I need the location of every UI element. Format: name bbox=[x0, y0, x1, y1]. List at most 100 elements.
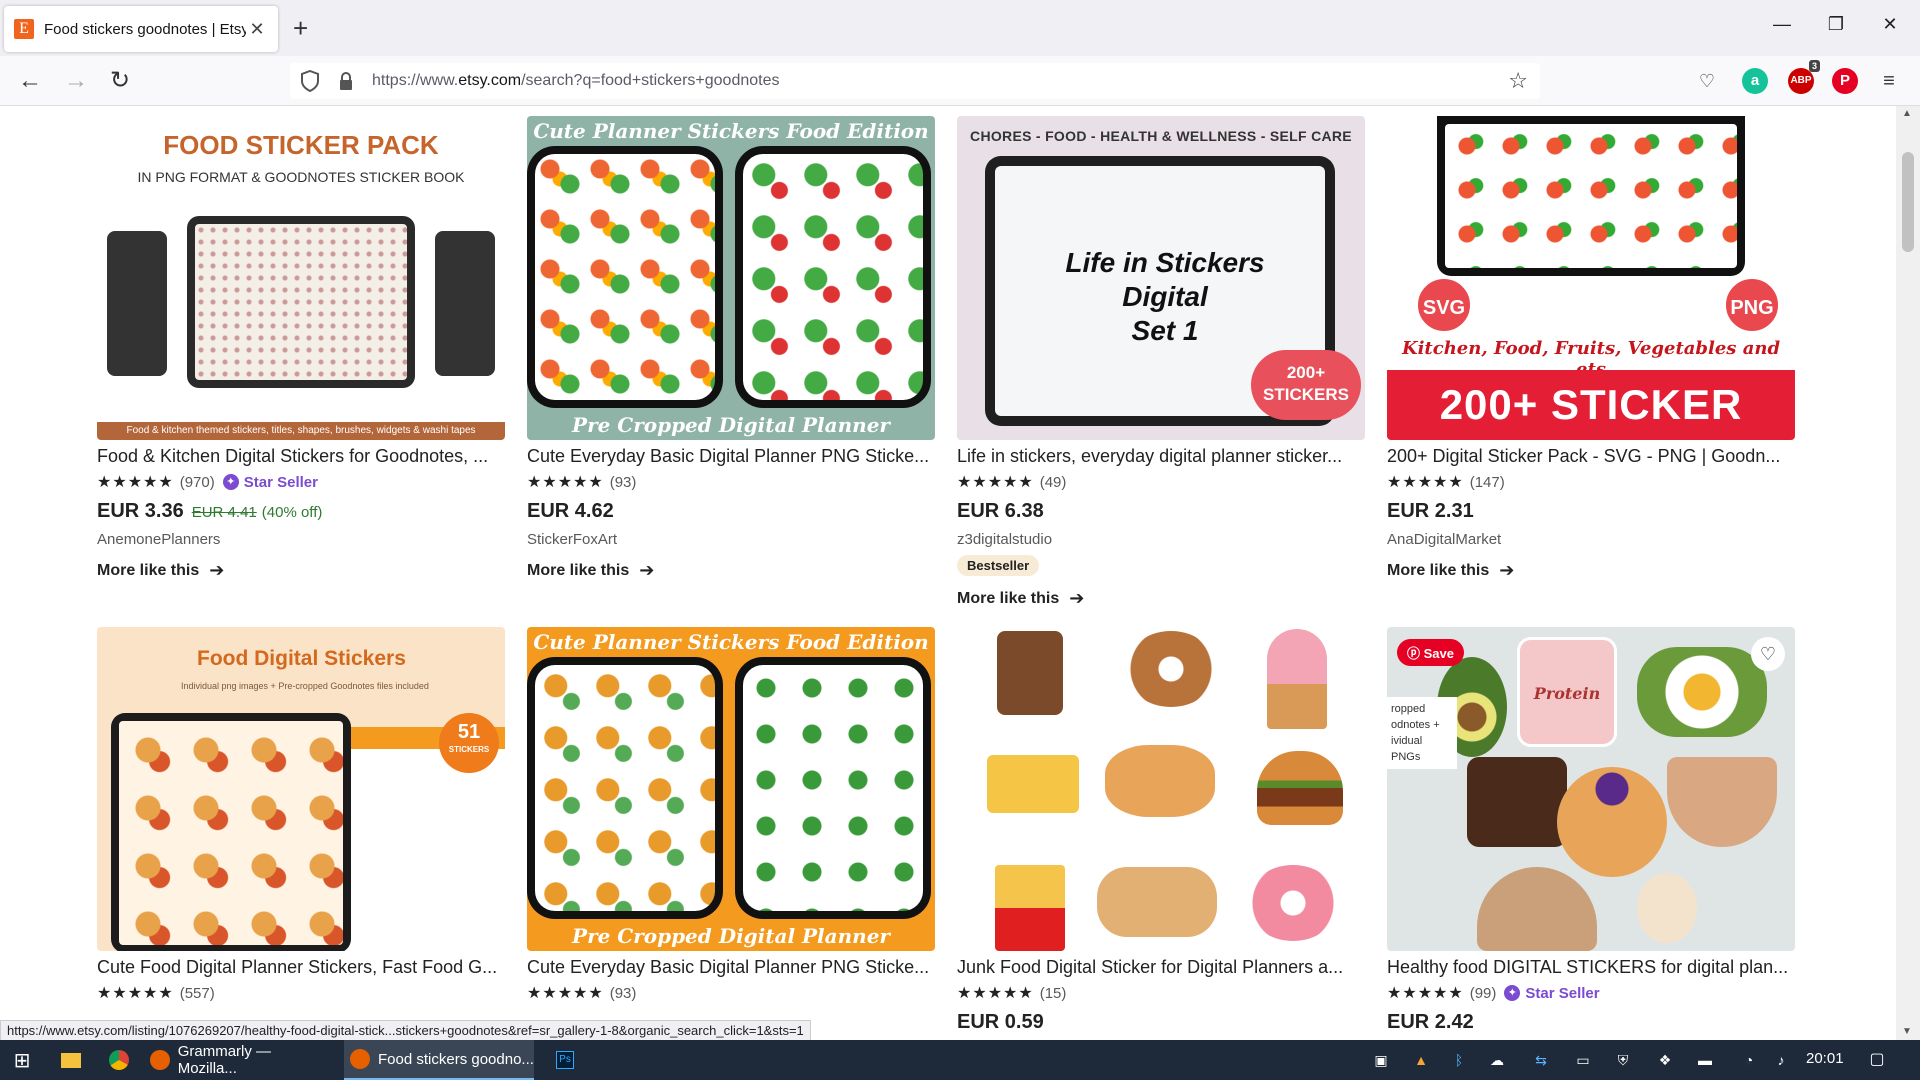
thumb-headline: Food Digital Stickers bbox=[197, 647, 406, 670]
star-seller-icon: ✦ bbox=[222, 474, 239, 490]
listing-image[interactable]: CHORES - FOOD - HEALTH & WELLNESS - SELF… bbox=[957, 116, 1365, 440]
star-seller-badge: ✦ Star Seller bbox=[222, 474, 318, 491]
listing-card[interactable]: FOOD STICKER PACK IN PNG FORMAT & GOODNO… bbox=[97, 116, 505, 581]
phone-mockup bbox=[735, 146, 931, 408]
star-seller-icon: ✦ bbox=[1504, 985, 1521, 1001]
active-tab[interactable]: E Food stickers goodnotes | Etsy ✕ bbox=[4, 6, 278, 52]
defender-icon[interactable]: ⛨ bbox=[1614, 1051, 1632, 1069]
back-button[interactable]: ← bbox=[14, 66, 46, 96]
teamviewer-icon[interactable]: ⇆ bbox=[1532, 1051, 1550, 1069]
restore-button[interactable]: ❐ bbox=[1816, 14, 1856, 35]
png-badge: PNG bbox=[1723, 276, 1781, 334]
vlc-icon[interactable]: ▲ bbox=[1412, 1051, 1430, 1069]
favorite-heart-icon[interactable]: ♡ bbox=[1751, 637, 1785, 671]
listing-image[interactable]: SVG PNG Kitchen, Food, Fruits, Vegetable… bbox=[1387, 116, 1795, 440]
rating-count: (93) bbox=[609, 984, 637, 1002]
thumb-partial-text: ropped odnotes + ividual PNGs bbox=[1387, 697, 1457, 769]
price: EUR 2.31 bbox=[1387, 500, 1474, 522]
listing-card[interactable]: CHORES - FOOD - HEALTH & WELLNESS - SELF… bbox=[957, 116, 1365, 609]
taskbar-etsy-firefox[interactable]: Food stickers goodno... bbox=[344, 1040, 534, 1080]
dropbox-icon[interactable]: ❖ bbox=[1656, 1051, 1674, 1069]
url-text[interactable]: https://www.etsy.com/search?q=food+stick… bbox=[372, 72, 1508, 90]
adblock-icon[interactable]: ABP 3 bbox=[1788, 60, 1820, 94]
more-like-this-button[interactable]: More like this ➔ bbox=[527, 560, 935, 581]
listing-title[interactable]: Healthy food DIGITAL STICKERS for digita… bbox=[1387, 957, 1795, 978]
photoshop-icon[interactable]: Ps bbox=[552, 1040, 578, 1080]
close-tab-icon[interactable]: ✕ bbox=[246, 19, 268, 40]
listing-image[interactable]: Cute Planner Stickers Food Edition Pre C… bbox=[527, 627, 935, 951]
pinterest-save-button[interactable]: ⓟ Save bbox=[1397, 639, 1464, 666]
pink-donut-sticker bbox=[1247, 865, 1339, 941]
price: EUR 4.62 bbox=[527, 500, 614, 522]
thumb-subtitle: Individual png images + Pre-cropped Good… bbox=[181, 681, 429, 691]
minimize-button[interactable]: — bbox=[1762, 14, 1802, 35]
listing-title[interactable]: 200+ Digital Sticker Pack - SVG - PNG | … bbox=[1387, 446, 1795, 467]
listing-card[interactable]: Protein ropped odnotes + ividual PNGs ⓟ … bbox=[1387, 627, 1795, 1034]
more-like-this-button[interactable]: More like this ➔ bbox=[957, 588, 1365, 609]
svg-badge: SVG bbox=[1415, 276, 1473, 334]
listing-title[interactable]: Life in stickers, everyday digital plann… bbox=[957, 446, 1365, 467]
taskbar-grammarly-firefox[interactable]: Grammarly — Mozilla... bbox=[144, 1040, 332, 1080]
chrome-icon[interactable] bbox=[104, 1040, 134, 1080]
tracking-shield-icon[interactable] bbox=[300, 70, 320, 92]
listing-image[interactable]: Cute Planner Stickers Food Edition Pre C… bbox=[527, 116, 935, 440]
notifications-icon[interactable]: ▢ bbox=[1868, 1051, 1886, 1069]
wifi-icon[interactable]: ◔ bbox=[1740, 1051, 1758, 1069]
thumb-headline: FOOD STICKER PACK bbox=[163, 130, 439, 160]
windows-start-icon[interactable]: ⊞ bbox=[0, 1040, 44, 1080]
menu-icon[interactable]: ≡ bbox=[1876, 68, 1902, 94]
thumb-top-banner: Cute Planner Stickers Food Edition bbox=[533, 630, 929, 654]
listing-image[interactable]: Food Digital Stickers Individual png ima… bbox=[97, 627, 505, 951]
bluetooth-icon[interactable]: ᛒ bbox=[1450, 1051, 1468, 1069]
tablet-left bbox=[107, 231, 167, 376]
thumb-big-text: 200+ STICKER PACK bbox=[1387, 370, 1795, 440]
listing-title[interactable]: Cute Food Digital Planner Stickers, Fast… bbox=[97, 957, 505, 978]
listing-card[interactable]: Cute Planner Stickers Food Edition Pre C… bbox=[527, 116, 935, 581]
listing-image[interactable]: FOOD STICKER PACK IN PNG FORMAT & GOODNO… bbox=[97, 116, 505, 440]
fries-sticker bbox=[995, 865, 1065, 951]
meet-now-icon[interactable]: ▭ bbox=[1574, 1051, 1592, 1069]
star-seller-badge: ✦ Star Seller bbox=[1504, 985, 1600, 1002]
close-window-button[interactable]: ✕ bbox=[1870, 14, 1910, 35]
clock[interactable]: 20:01 bbox=[1806, 1050, 1844, 1067]
grammarly-icon[interactable]: a bbox=[1742, 68, 1768, 94]
price-row: EUR 2.42 bbox=[1387, 1011, 1795, 1034]
rating: ★★★★★ (557) bbox=[97, 983, 505, 1003]
shop-name: AnaDigitalMarket bbox=[1387, 531, 1502, 548]
forward-button[interactable]: → bbox=[60, 66, 92, 96]
thumb-strip: Food & kitchen themed stickers, titles, … bbox=[97, 422, 505, 440]
price-row: EUR 4.62 bbox=[527, 500, 935, 523]
more-like-this-button[interactable]: More like this ➔ bbox=[97, 560, 505, 581]
listing-card[interactable]: SVG PNG Kitchen, Food, Fruits, Vegetable… bbox=[1387, 116, 1795, 581]
original-price: EUR 4.41 bbox=[191, 504, 257, 521]
pinterest-icon[interactable]: P bbox=[1832, 68, 1858, 94]
bookmark-star-icon[interactable]: ☆ bbox=[1508, 68, 1528, 94]
pocket-icon[interactable]: ♡ bbox=[1694, 68, 1720, 94]
scrollbar-thumb[interactable] bbox=[1902, 152, 1914, 252]
listing-card[interactable]: Cute Planner Stickers Food Edition Pre C… bbox=[527, 627, 935, 1003]
new-tab-button[interactable]: + bbox=[293, 15, 308, 41]
reload-button[interactable]: ↻ bbox=[104, 66, 136, 96]
listing-title[interactable]: Cute Everyday Basic Digital Planner PNG … bbox=[527, 957, 935, 978]
address-bar[interactable]: https://www.etsy.com/search?q=food+stick… bbox=[290, 63, 1540, 99]
volume-icon[interactable]: ♪ bbox=[1772, 1051, 1790, 1069]
rating: ★★★★★ (93) bbox=[527, 472, 935, 492]
listing-image[interactable] bbox=[957, 627, 1365, 951]
listing-title[interactable]: Cute Everyday Basic Digital Planner PNG … bbox=[527, 446, 935, 467]
listing-title[interactable]: Food & Kitchen Digital Stickers for Good… bbox=[97, 446, 505, 467]
eggs-sticker bbox=[1637, 873, 1697, 943]
chips-sticker bbox=[1105, 745, 1215, 817]
usb-icon[interactable]: ▬ bbox=[1696, 1051, 1714, 1069]
listing-title[interactable]: Junk Food Digital Sticker for Digital Pl… bbox=[957, 957, 1365, 978]
listing-image[interactable]: Protein ropped odnotes + ividual PNGs ⓟ … bbox=[1387, 627, 1795, 951]
lock-icon[interactable] bbox=[338, 71, 354, 91]
tray-app-icon[interactable]: ▣ bbox=[1372, 1051, 1390, 1069]
cloud-sync-icon[interactable]: ☁ bbox=[1488, 1051, 1506, 1069]
more-like-this-button[interactable]: More like this ➔ bbox=[1387, 560, 1795, 581]
listing-card[interactable]: Junk Food Digital Sticker for Digital Pl… bbox=[957, 627, 1365, 1034]
ice-cream-sticker bbox=[1267, 629, 1327, 729]
file-explorer-icon[interactable] bbox=[56, 1040, 86, 1080]
listing-card[interactable]: Food Digital Stickers Individual png ima… bbox=[97, 627, 505, 1003]
scroll-down-arrow-icon[interactable]: ▼ bbox=[1902, 1026, 1912, 1037]
scroll-up-arrow-icon[interactable]: ▲ bbox=[1902, 108, 1912, 119]
